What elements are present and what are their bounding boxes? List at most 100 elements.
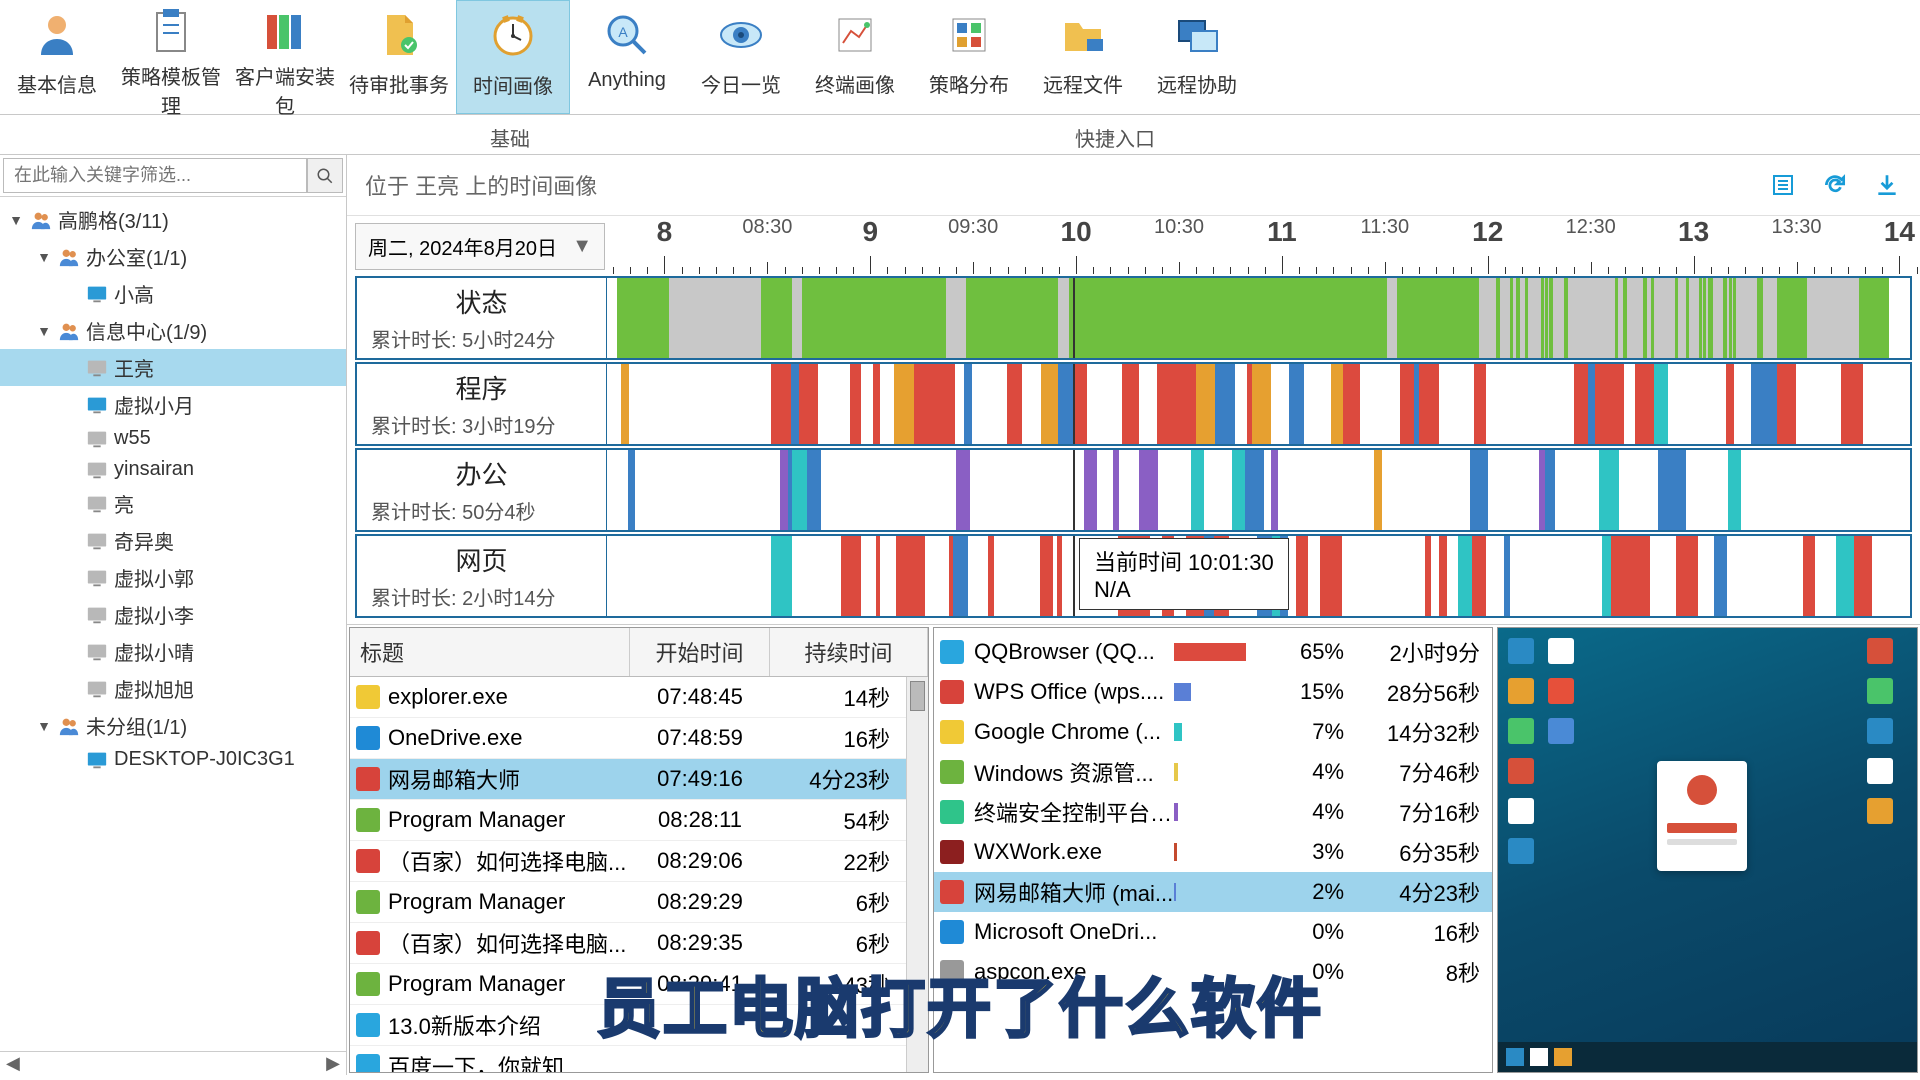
app-row[interactable]: 网易邮箱大师 (mai...2%4分23秒	[934, 872, 1492, 912]
tree[interactable]: ▼高鹏格(3/11)▼办公室(1/1)小高▼信息中心(1/9)王亮虚拟小月w55…	[0, 197, 346, 1051]
tree-item[interactable]: 王亮	[0, 349, 346, 386]
track-body[interactable]	[607, 364, 1910, 444]
tree-item[interactable]: w55	[0, 423, 346, 454]
list-button[interactable]	[1768, 170, 1798, 200]
time-cursor[interactable]	[1073, 364, 1075, 444]
th-title[interactable]: 标题	[350, 628, 630, 676]
app-row[interactable]: Google Chrome (...7%14分32秒	[934, 712, 1492, 752]
time-cursor[interactable]	[1073, 450, 1075, 530]
tree-item[interactable]: 小高	[0, 275, 346, 312]
ribbon-search[interactable]: AAnything	[570, 0, 684, 114]
ribbon-folder[interactable]: 远程文件	[1026, 0, 1140, 114]
hour-label: 10	[1061, 216, 1092, 248]
table-row[interactable]: Program Manager08:29:296秒	[350, 882, 906, 923]
download-icon	[1874, 172, 1900, 198]
download-button[interactable]	[1872, 170, 1902, 200]
track-body[interactable]	[607, 278, 1910, 358]
tree-item[interactable]: 虚拟小李	[0, 596, 346, 633]
refresh-button[interactable]	[1820, 170, 1850, 200]
half-label: 09:30	[948, 216, 998, 239]
clock-icon	[485, 8, 541, 64]
row-dur: 54秒	[770, 804, 900, 836]
tree-item[interactable]: ▼ 信息中心(1/9)	[0, 312, 346, 349]
tree-label: 办公室(1/1)	[86, 242, 187, 271]
date-picker[interactable]: 周二, 2024年8月20日 ▼	[355, 223, 605, 270]
tree-item[interactable]: DESKTOP-J0IC3G1	[0, 744, 346, 775]
track-0[interactable]: 状态累计时长: 5小时24分	[355, 276, 1912, 360]
ribbon-chart[interactable]: 终端画像	[798, 0, 912, 114]
pc-off-icon	[86, 357, 108, 379]
track-sub: 累计时长: 50分4秒	[371, 496, 592, 525]
ribbon-doc[interactable]: 待审批事务	[342, 0, 456, 114]
tree-item[interactable]: ▼未分组(1/1)	[0, 707, 346, 744]
pc-on-icon	[86, 394, 108, 416]
ribbon-grid[interactable]: 策略分布	[912, 0, 1026, 114]
app-name: QQBrowser (QQ...	[974, 639, 1174, 665]
table-row[interactable]: 网易邮箱大师07:49:164分23秒	[350, 759, 906, 800]
tree-item[interactable]: 虚拟小晴	[0, 633, 346, 670]
tree-item[interactable]: 亮	[0, 485, 346, 522]
table-row[interactable]: OneDrive.exe07:48:5916秒	[350, 718, 906, 759]
row-title: 百度一下，你就知	[388, 1050, 564, 1072]
tree-item[interactable]: yinsairan	[0, 454, 346, 485]
track-body[interactable]	[607, 450, 1910, 530]
search-input[interactable]	[3, 158, 307, 193]
chart-icon	[827, 7, 883, 63]
tree-caret[interactable]: ▼	[36, 323, 52, 339]
ribbon-clock[interactable]: 时间画像	[456, 0, 570, 114]
hour-label: 14	[1884, 216, 1915, 248]
th-start[interactable]: 开始时间	[630, 628, 770, 676]
ribbon-label: Anything	[588, 69, 666, 92]
ribbon-books[interactable]: 客户端安装包	[228, 0, 342, 114]
app-pct: 7%	[1284, 719, 1344, 745]
app-icon	[356, 931, 380, 955]
track-sub: 累计时长: 2小时14分	[371, 582, 592, 611]
tree-label: 信息中心(1/9)	[86, 316, 207, 345]
tree-caret[interactable]: ▼	[36, 249, 52, 265]
ribbon-clipboard[interactable]: 策略模板管理	[114, 0, 228, 114]
app-dur: 28分56秒	[1344, 676, 1486, 708]
track-1[interactable]: 程序累计时长: 3小时19分	[355, 362, 1912, 446]
app-icon	[940, 760, 964, 784]
ribbon-user[interactable]: 基本信息	[0, 0, 114, 114]
tree-item[interactable]: ▼高鹏格(3/11)	[0, 201, 346, 238]
app-row[interactable]: Windows 资源管...4%7分46秒	[934, 752, 1492, 792]
group-icon	[58, 246, 80, 268]
app-bar	[1174, 681, 1284, 703]
tree-item[interactable]: 虚拟旭旭	[0, 670, 346, 707]
app-icon	[356, 849, 380, 873]
ribbon-remote[interactable]: 远程协助	[1140, 0, 1254, 114]
table-row[interactable]: Program Manager08:28:1154秒	[350, 800, 906, 841]
app-icon	[940, 880, 964, 904]
track-2[interactable]: 办公累计时长: 50分4秒	[355, 448, 1912, 532]
tree-label: 虚拟旭旭	[114, 674, 194, 703]
search-icon	[316, 167, 334, 185]
section-basic: 基础	[490, 123, 530, 152]
table-row[interactable]: explorer.exe07:48:4514秒	[350, 677, 906, 718]
tree-scrollbar[interactable]: ◀▶	[0, 1051, 346, 1075]
app-row[interactable]: WPS Office (wps....15%28分56秒	[934, 672, 1492, 712]
table-row[interactable]: （百家）如何选择电脑...08:29:0622秒	[350, 841, 906, 882]
tree-item[interactable]: 虚拟小郭	[0, 559, 346, 596]
section-quick: 快捷入口	[1075, 123, 1155, 152]
app-row[interactable]: QQBrowser (QQ...65%2小时9分	[934, 632, 1492, 672]
tree-item[interactable]: ▼ 办公室(1/1)	[0, 238, 346, 275]
track-body[interactable]: 当前时间 10:01:30N/A	[607, 536, 1910, 616]
search-button[interactable]	[307, 158, 343, 193]
app-row[interactable]: Microsoft OneDri...0%16秒	[934, 912, 1492, 952]
app-bar	[1174, 921, 1284, 943]
tree-item[interactable]: 奇异奥	[0, 522, 346, 559]
screenshot-preview[interactable]	[1497, 627, 1918, 1073]
breadcrumb-bar: 位于 王亮 上的时间画像	[347, 155, 1920, 216]
time-cursor[interactable]	[1073, 278, 1075, 358]
time-cursor[interactable]	[1073, 536, 1075, 616]
tree-caret[interactable]: ▼	[36, 718, 52, 734]
tree-caret[interactable]: ▼	[8, 212, 24, 228]
ribbon-eye[interactable]: 今日一览	[684, 0, 798, 114]
app-row[interactable]: 终端安全控制平台 ...4%7分16秒	[934, 792, 1492, 832]
tree-item[interactable]: 虚拟小月	[0, 386, 346, 423]
th-duration[interactable]: 持续时间	[770, 628, 928, 676]
app-row[interactable]: WXWork.exe3%6分35秒	[934, 832, 1492, 872]
row-start: 08:28:11	[630, 807, 770, 833]
track-3[interactable]: 网页累计时长: 2小时14分当前时间 10:01:30N/A	[355, 534, 1912, 618]
